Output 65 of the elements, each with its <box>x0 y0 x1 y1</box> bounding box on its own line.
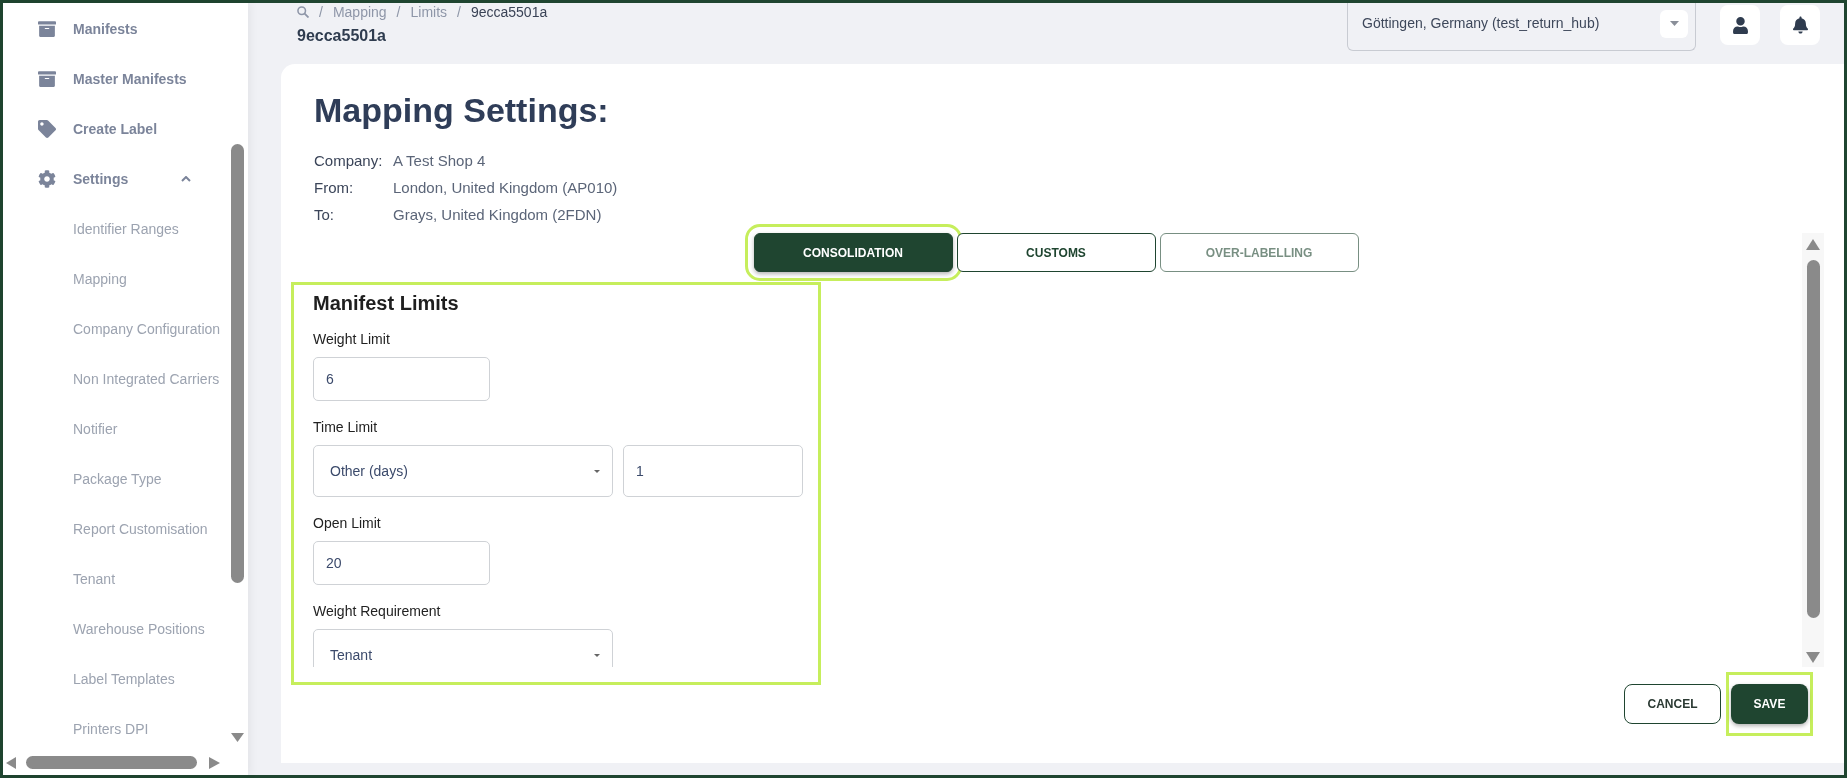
bell-icon <box>1792 16 1808 34</box>
text-input[interactable]: 20 <box>313 541 490 585</box>
tag-icon <box>38 120 56 138</box>
page-heading: Mapping Settings: <box>314 90 609 131</box>
detail-label: Company: <box>314 152 383 170</box>
dropdown-button[interactable] <box>1660 9 1688 38</box>
archive-box-icon <box>38 70 56 88</box>
user-button[interactable] <box>1720 5 1760 45</box>
select-field[interactable]: Tenant <box>313 629 613 667</box>
detail-label: To: <box>314 206 334 224</box>
tab[interactable]: CUSTOMS <box>956 233 1156 272</box>
sidebar-subitem[interactable]: Mapping <box>73 268 127 290</box>
scrollbar-thumb[interactable] <box>231 144 244 583</box>
scroll-right-arrow-icon[interactable] <box>209 756 220 769</box>
breadcrumb-separator: / <box>396 2 401 22</box>
search-icon[interactable] <box>297 6 309 18</box>
sidebar-subitem[interactable]: Report Customisation <box>73 518 208 540</box>
scroll-down-arrow-icon[interactable] <box>231 733 244 742</box>
sidebar-subitem[interactable]: Package Type <box>73 468 162 490</box>
sidebar-item[interactable]: Create Label <box>38 118 158 140</box>
sidebar-subitem[interactable]: Label Templates <box>73 668 175 690</box>
detail-value: A Test Shop 4 <box>393 151 486 172</box>
sidebar-subitem[interactable]: Tenant <box>73 568 116 590</box>
sidebar-item[interactable]: Master Manifests <box>38 68 187 90</box>
sidebar-subitem[interactable]: Warehouse Positions <box>73 618 205 640</box>
field-label: Open Limit <box>313 514 381 533</box>
breadcrumb-current-page: 9ecca5501a <box>470 2 548 22</box>
text-input[interactable]: 6 <box>313 357 490 401</box>
breadcrumb-separator: / <box>319 2 323 22</box>
breadcrumb-link[interactable]: Mapping <box>332 1 387 23</box>
select-field[interactable]: Other (days) <box>313 445 613 497</box>
notifications-button[interactable] <box>1780 5 1820 45</box>
caret-down-icon <box>1669 21 1679 26</box>
scroll-left-arrow-icon[interactable] <box>6 756 16 769</box>
scroll-down-arrow-icon[interactable] <box>1806 652 1820 663</box>
text-input[interactable]: 1 <box>623 445 803 497</box>
field-label: Weight Requirement <box>313 602 441 621</box>
sidebar-subitem[interactable]: Identifier Ranges <box>73 218 179 240</box>
scrollbar-track[interactable] <box>1802 233 1824 667</box>
location-select[interactable]: Göttingen, Germany (test_return_hub) <box>1347 3 1696 51</box>
section-title: Manifest Limits <box>313 291 459 316</box>
field-label: Weight Limit <box>313 330 390 349</box>
sidebar-subitem[interactable]: Company Configuration <box>73 318 221 340</box>
caret-down-icon <box>594 653 600 657</box>
detail-value: London, United Kingdom (AP010) <box>393 178 618 199</box>
archive-box-icon <box>38 20 56 38</box>
cancel-button[interactable]: CANCEL <box>1624 684 1721 724</box>
sidebar-subitem[interactable]: Printers DPI <box>73 718 149 740</box>
save-button[interactable]: SAVE <box>1731 684 1808 724</box>
sidebar-item[interactable]: Settings <box>38 168 191 190</box>
settings-icon <box>38 170 56 188</box>
detail-value: Grays, United Kingdom (2FDN) <box>393 205 602 226</box>
page-title: 9ecca5501a <box>297 26 387 46</box>
field-label: Time Limit <box>313 418 378 437</box>
detail-label: From: <box>314 179 354 197</box>
scroll-up-arrow-icon[interactable] <box>1806 239 1820 250</box>
sidebar-subitem[interactable]: Notifier <box>73 418 118 440</box>
scrollbar-thumb[interactable] <box>1806 260 1820 618</box>
breadcrumb-separator: / <box>457 2 461 22</box>
user-icon <box>1732 16 1748 34</box>
sidebar-subitem[interactable]: Non Integrated Carriers <box>73 368 220 390</box>
caret-down-icon <box>594 469 600 473</box>
breadcrumb-link[interactable]: Limits <box>410 1 448 23</box>
scrollbar-thumb[interactable] <box>26 756 197 769</box>
sidebar-item[interactable]: Manifests <box>38 18 138 40</box>
